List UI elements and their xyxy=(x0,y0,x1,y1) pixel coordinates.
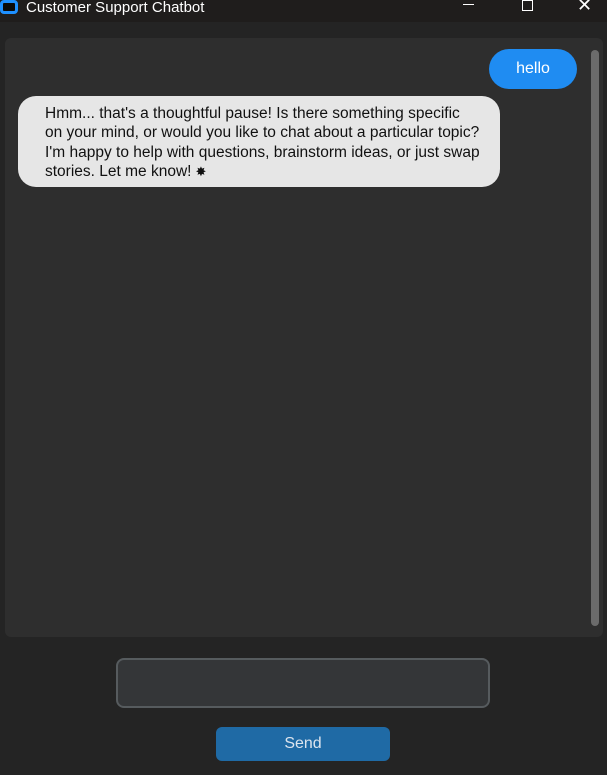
message-input[interactable] xyxy=(116,658,490,708)
bot-message-bubble: Hmm... that's a thoughtful pause! Is the… xyxy=(18,96,500,187)
window-title: Customer Support Chatbot xyxy=(26,0,205,16)
minimize-icon xyxy=(463,4,474,5)
bot-message-text: Hmm... that's a thoughtful pause! Is the… xyxy=(45,105,480,180)
close-icon: ✕ xyxy=(577,0,593,16)
user-message-text: hello xyxy=(516,60,550,77)
app-icon xyxy=(0,0,18,14)
minimize-button[interactable] xyxy=(440,0,498,22)
title-bar: Customer Support Chatbot ✕ xyxy=(0,0,607,22)
send-button[interactable]: Send xyxy=(216,727,390,761)
user-message-bubble: hello xyxy=(489,49,577,89)
chat-scrollbar[interactable] xyxy=(591,50,599,626)
close-button[interactable]: ✕ xyxy=(557,0,607,22)
scrollbar-thumb[interactable] xyxy=(591,50,599,626)
maximize-icon xyxy=(522,0,533,11)
chatbot-window: Customer Support Chatbot ✕ hello Hmm... … xyxy=(0,0,607,775)
chat-history-panel: hello Hmm... that's a thoughtful pause! … xyxy=(5,38,603,637)
sparkle-icon: ✸ xyxy=(195,163,207,179)
maximize-button[interactable] xyxy=(498,0,556,22)
